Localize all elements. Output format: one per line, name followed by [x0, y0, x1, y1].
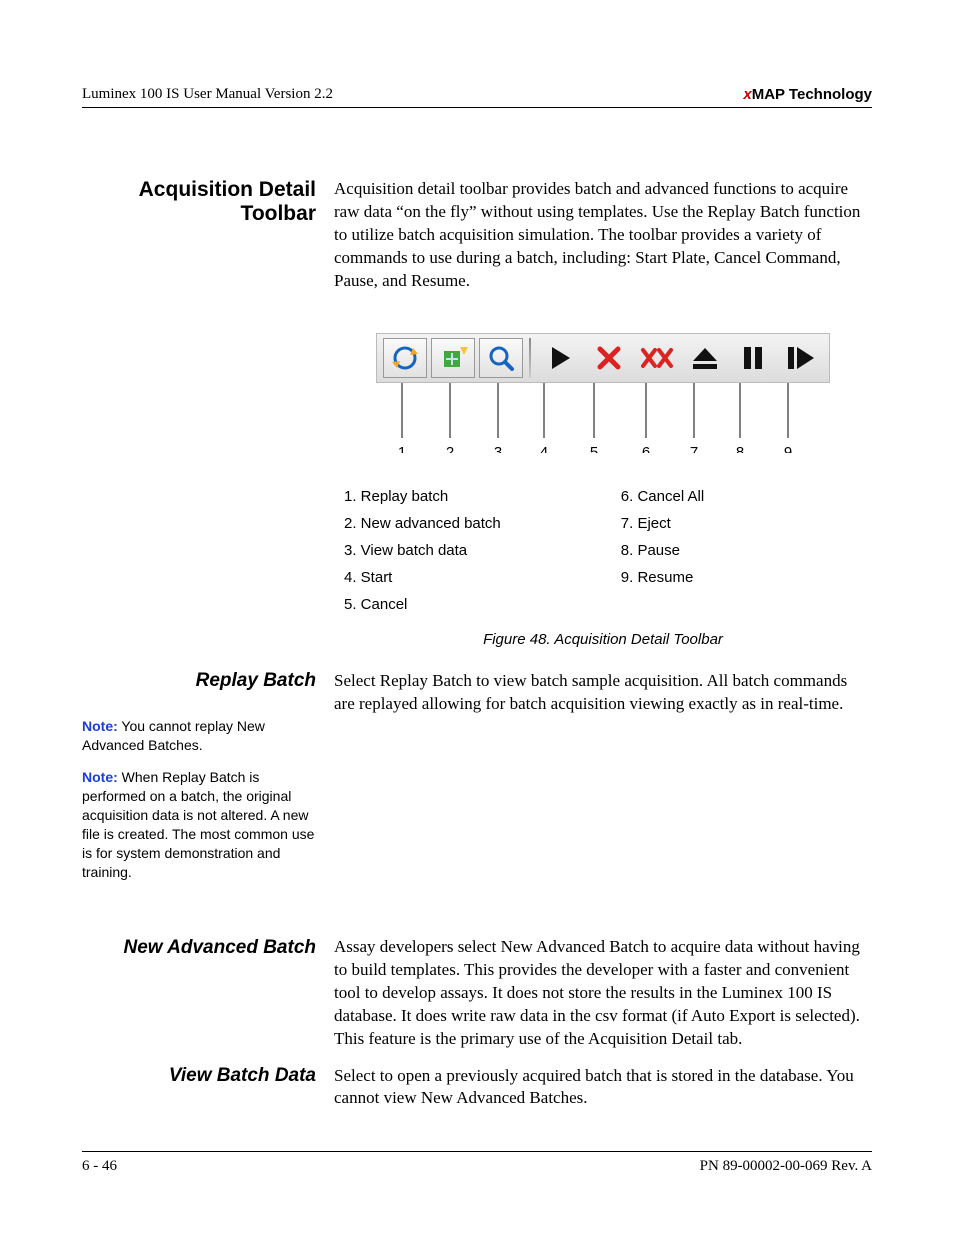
- toolbar-start-button[interactable]: [539, 338, 583, 378]
- figure-callouts: 1 2 3 4 5 6 7 8 9: [376, 383, 830, 453]
- cancel-all-icon: [640, 345, 674, 371]
- callout-3: 3: [494, 444, 502, 453]
- legend-item: 9. Resume: [621, 569, 704, 586]
- legend-item: 7. Eject: [621, 515, 704, 532]
- footer-left: 6 - 46: [82, 1158, 117, 1175]
- callout-4: 4: [540, 444, 548, 453]
- legend-item: 5. Cancel: [344, 596, 501, 613]
- figure-caption: Figure 48. Acquisition Detail Toolbar: [334, 631, 872, 648]
- callout-1: 1: [398, 444, 406, 453]
- legend-item: 8. Pause: [621, 542, 704, 559]
- figure-legend: 1. Replay batch 2. New advanced batch 3.…: [334, 488, 872, 613]
- toolbar-eject-button[interactable]: [683, 338, 727, 378]
- acquisition-toolbar: [376, 333, 830, 383]
- eject-icon: [691, 345, 719, 371]
- header-right: xMAP Technology: [743, 86, 872, 103]
- section-heading-acquisition: Acquisition Detail Toolbar: [82, 178, 316, 226]
- note-label: Note:: [82, 718, 118, 734]
- header-left: Luminex 100 IS User Manual Version 2.2: [82, 86, 333, 103]
- legend-item: 2. New advanced batch: [344, 515, 501, 532]
- note-1: Note: You cannot replay New Advanced Bat…: [82, 717, 316, 755]
- callout-8: 8: [736, 444, 744, 453]
- new-advanced-batch-icon: [438, 343, 468, 373]
- note-label: Note:: [82, 769, 118, 785]
- cancel-icon: [596, 345, 622, 371]
- vbd-body: Select to open a previously acquired bat…: [334, 1065, 872, 1111]
- nab-body: Assay developers select New Advanced Bat…: [334, 936, 872, 1051]
- callout-9: 9: [784, 444, 792, 453]
- toolbar-cancel-button[interactable]: [587, 338, 631, 378]
- callout-2: 2: [446, 444, 454, 453]
- acquisition-body: Acquisition detail toolbar provides batc…: [334, 178, 872, 293]
- toolbar-cancel-all-button[interactable]: [635, 338, 679, 378]
- toolbar-replay-batch-button[interactable]: [383, 338, 427, 378]
- section-heading-replay: Replay Batch: [82, 670, 316, 692]
- toolbar-divider: [529, 338, 531, 378]
- footer-right: PN 89-00002-00-069 Rev. A: [700, 1158, 872, 1175]
- pause-icon: [741, 345, 765, 371]
- note-2: Note: When Replay Batch is performed on …: [82, 768, 316, 881]
- callout-7: 7: [690, 444, 698, 453]
- note-body: When Replay Batch is performed on a batc…: [82, 769, 314, 879]
- replay-batch-icon: [390, 343, 420, 373]
- callout-5: 5: [590, 444, 598, 453]
- section-heading-nab: New Advanced Batch: [82, 936, 316, 960]
- resume-icon: [786, 345, 816, 371]
- page-footer: 6 - 46 PN 89-00002-00-069 Rev. A: [82, 1151, 872, 1175]
- legend-item: 4. Start: [344, 569, 501, 586]
- view-batch-data-icon: [486, 343, 516, 373]
- header-brand: MAP Technology: [752, 86, 872, 103]
- start-icon: [548, 345, 574, 371]
- toolbar-view-batch-data-button[interactable]: [479, 338, 523, 378]
- toolbar-pause-button[interactable]: [731, 338, 775, 378]
- legend-item: 3. View batch data: [344, 542, 501, 559]
- page-header: Luminex 100 IS User Manual Version 2.2 x…: [82, 86, 872, 108]
- figure-toolbar: 1 2 3 4 5 6 7 8 9 1. R: [334, 333, 872, 648]
- legend-item: 6. Cancel All: [621, 488, 704, 505]
- header-x: x: [743, 86, 751, 103]
- callout-6: 6: [642, 444, 650, 453]
- replay-body: Select Replay Batch to view batch sample…: [334, 670, 872, 716]
- section-heading-vbd: View Batch Data: [82, 1065, 316, 1087]
- legend-item: 1. Replay batch: [344, 488, 501, 505]
- toolbar-resume-button[interactable]: [779, 338, 823, 378]
- toolbar-new-advanced-batch-button[interactable]: [431, 338, 475, 378]
